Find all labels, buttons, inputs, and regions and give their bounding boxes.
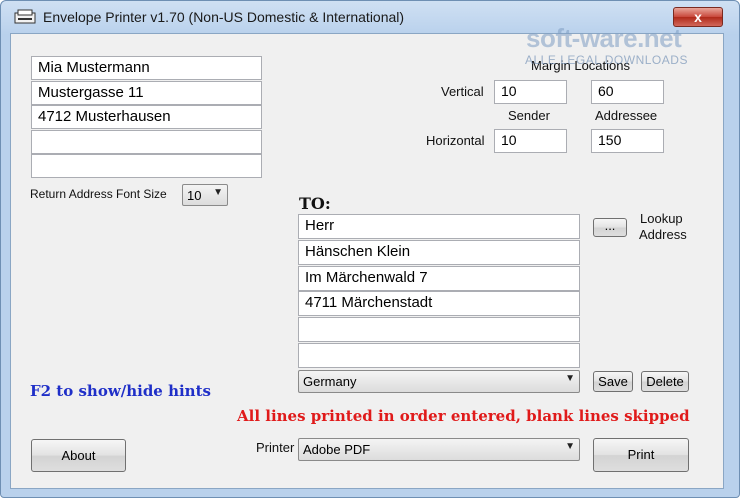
lookup-address-button[interactable]: ... <box>593 218 627 237</box>
hints-info-text: All lines printed in order entered, blan… <box>237 407 690 425</box>
address-label: Address <box>639 227 687 242</box>
sender-line-1[interactable]: Mia Mustermann <box>31 56 262 80</box>
return-font-size-value: 10 <box>187 188 202 203</box>
sender-line-2[interactable]: Mustergasse 11 <box>31 81 262 105</box>
horizontal-sender-input[interactable]: 10 <box>494 129 567 153</box>
envelope-printer-icon <box>14 9 36 24</box>
delete-button[interactable]: Delete <box>641 371 689 392</box>
recipient-line-2[interactable]: Hänschen Klein <box>298 240 580 265</box>
print-button[interactable]: Print <box>593 438 689 472</box>
lookup-label: Lookup <box>640 211 683 226</box>
sender-line-4[interactable] <box>31 130 262 154</box>
printer-select[interactable]: Adobe PDF ▼ <box>298 438 580 461</box>
vertical-sender-input[interactable]: 10 <box>494 80 567 104</box>
recipient-line-1[interactable]: Herr <box>298 214 580 239</box>
vertical-label: Vertical <box>441 84 484 99</box>
return-font-size-select[interactable]: 10 ▼ <box>182 184 228 206</box>
return-font-size-label: Return Address Font Size <box>30 187 167 201</box>
sender-line-3[interactable]: 4712 Musterhausen <box>31 105 262 129</box>
horizontal-label: Horizontal <box>426 133 485 148</box>
app-window: Envelope Printer v1.70 (Non-US Domestic … <box>0 0 740 498</box>
watermark-logo: soft-ware.net <box>526 23 682 53</box>
main-panel: Mia Mustermann Mustergasse 11 4712 Muste… <box>10 33 724 489</box>
close-icon: x <box>694 9 702 25</box>
country-select[interactable]: Germany ▼ <box>298 370 580 393</box>
save-button[interactable]: Save <box>593 371 633 392</box>
sender-column-label: Sender <box>508 108 550 123</box>
recipient-line-5[interactable] <box>298 317 580 342</box>
to-label: TO: <box>299 194 331 213</box>
sender-line-5[interactable] <box>31 154 262 178</box>
horizontal-addressee-input[interactable]: 150 <box>591 129 664 153</box>
watermark-tagline: ALLE LEGAL DOWNLOADS <box>525 53 688 67</box>
chevron-down-icon: ▼ <box>565 441 575 452</box>
country-value: Germany <box>303 374 357 389</box>
recipient-line-6[interactable] <box>298 343 580 368</box>
window-title: Envelope Printer v1.70 (Non-US Domestic … <box>43 9 405 25</box>
chevron-down-icon: ▼ <box>565 373 575 384</box>
about-button[interactable]: About <box>31 439 126 472</box>
printer-value: Adobe PDF <box>303 442 371 457</box>
addressee-column-label: Addressee <box>595 108 658 123</box>
hints-toggle-text: F2 to show/hide hints <box>30 382 211 400</box>
printer-label: Printer <box>256 440 295 455</box>
recipient-line-4[interactable]: 4711 Märchenstadt <box>298 291 580 316</box>
vertical-addressee-input[interactable]: 60 <box>591 80 664 104</box>
recipient-line-3[interactable]: Im Märchenwald 7 <box>298 266 580 291</box>
chevron-down-icon: ▼ <box>213 187 223 198</box>
